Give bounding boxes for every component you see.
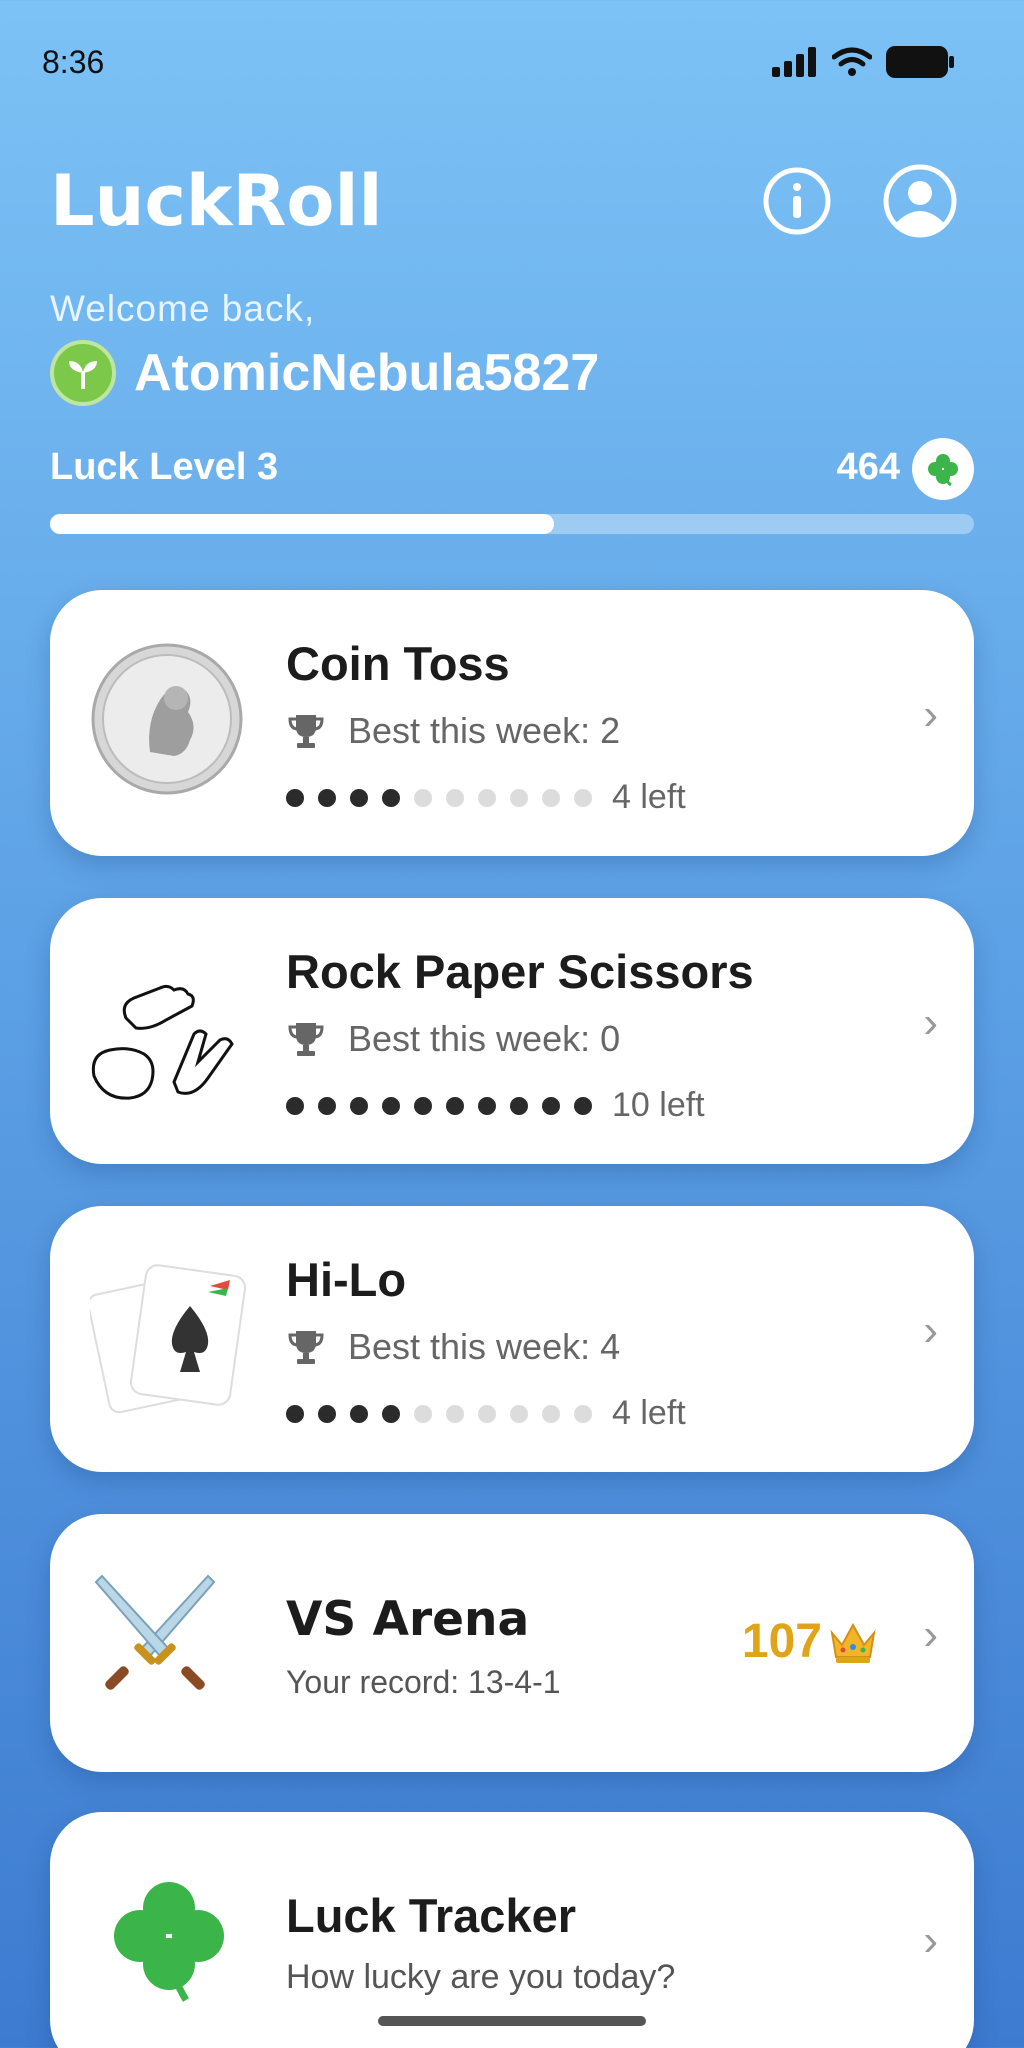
chevron-right-icon: › bbox=[923, 1916, 938, 1965]
play-dot bbox=[478, 788, 496, 807]
status-icons bbox=[772, 46, 954, 78]
plays-left-label: 4 left bbox=[612, 778, 686, 816]
luck-progress-bar bbox=[50, 514, 974, 534]
luck-points: 464 bbox=[836, 446, 900, 488]
chevron-right-icon: › bbox=[923, 1306, 938, 1355]
game-title: VS Arena bbox=[286, 1592, 530, 1647]
game-title: Hi-Lo bbox=[286, 1253, 407, 1306]
clover-icon bbox=[110, 1878, 228, 2009]
play-dot bbox=[414, 788, 432, 807]
wifi-icon bbox=[832, 47, 872, 76]
play-dot bbox=[510, 788, 528, 807]
rock-paper-scissors-card[interactable]: Rock Paper Scissors Best this week: 0 10… bbox=[50, 898, 974, 1164]
crown-icon bbox=[830, 1622, 876, 1663]
play-dot bbox=[446, 788, 464, 807]
play-dot bbox=[286, 788, 304, 807]
chevron-right-icon: › bbox=[923, 690, 938, 739]
sprout-avatar-icon bbox=[50, 340, 116, 406]
four-leaf-clover-icon bbox=[912, 438, 974, 500]
play-dot bbox=[350, 1096, 368, 1115]
vs-score-value: 107 bbox=[741, 1615, 822, 1668]
coin-toss-card[interactable]: Coin Toss Best this week: 2 4 left › bbox=[50, 590, 974, 856]
play-dot bbox=[574, 1096, 592, 1115]
play-dot bbox=[542, 1096, 560, 1115]
best-this-week: Best this week: 4 bbox=[286, 1326, 620, 1368]
play-dot bbox=[382, 1096, 400, 1115]
username: AtomicNebula5827 bbox=[134, 344, 600, 402]
play-dot bbox=[510, 1096, 528, 1115]
best-this-week: Best this week: 2 bbox=[286, 710, 620, 752]
play-dot bbox=[350, 788, 368, 807]
play-dot bbox=[382, 788, 400, 807]
hands-icon bbox=[90, 958, 246, 1113]
battery-icon bbox=[886, 46, 954, 78]
play-dot bbox=[350, 1404, 368, 1423]
trophy-icon bbox=[288, 1023, 324, 1056]
signal-icon bbox=[772, 47, 816, 77]
best-this-week-text: Best this week: 4 bbox=[348, 1326, 621, 1367]
plays-left-label: 4 left bbox=[612, 1394, 686, 1432]
user-profile-icon bbox=[883, 164, 957, 238]
play-dot bbox=[414, 1096, 432, 1115]
profile-button[interactable] bbox=[882, 163, 958, 239]
play-dot bbox=[286, 1096, 304, 1115]
app-title: LuckRoll bbox=[50, 160, 383, 242]
user-row: AtomicNebula5827 bbox=[50, 340, 599, 406]
best-this-week-text: Best this week: 2 bbox=[348, 710, 621, 751]
trophy-icon bbox=[288, 1331, 324, 1364]
game-title: Coin Toss bbox=[286, 637, 510, 690]
play-dot bbox=[318, 1096, 336, 1115]
play-dot bbox=[446, 1404, 464, 1423]
play-dot bbox=[318, 788, 336, 807]
chevron-right-icon: › bbox=[923, 998, 938, 1047]
play-dot bbox=[542, 1404, 560, 1423]
game-title: Rock Paper Scissors bbox=[286, 945, 754, 998]
plays-remaining: 10 left bbox=[286, 1086, 705, 1125]
plays-remaining: 4 left bbox=[286, 1394, 686, 1433]
status-time: 8:36 bbox=[42, 44, 105, 80]
vs-record: Your record: 13-4-1 bbox=[286, 1664, 561, 1700]
welcome-text: Welcome back, bbox=[50, 288, 316, 329]
crossed-swords-icon bbox=[90, 1568, 220, 1703]
coin-icon bbox=[90, 642, 244, 801]
info-button[interactable] bbox=[762, 166, 832, 236]
play-dot bbox=[478, 1096, 496, 1115]
play-dot bbox=[510, 1404, 528, 1423]
game-title: Luck Tracker bbox=[286, 1889, 577, 1942]
play-dot bbox=[382, 1404, 400, 1423]
play-dot bbox=[318, 1404, 336, 1423]
play-dot bbox=[478, 1404, 496, 1423]
luck-progress-fill bbox=[50, 514, 554, 534]
luck-tracker-card[interactable]: Luck Tracker How lucky are you today? › bbox=[50, 1812, 974, 2048]
luck-tracker-subtitle: How lucky are you today? bbox=[286, 1958, 676, 1996]
play-dot bbox=[574, 1404, 592, 1423]
play-dot bbox=[286, 1404, 304, 1423]
plays-remaining: 4 left bbox=[286, 778, 686, 817]
luck-level-label: Luck Level 3 bbox=[50, 446, 279, 488]
best-this-week-text: Best this week: 0 bbox=[348, 1018, 621, 1059]
best-this-week: Best this week: 0 bbox=[286, 1018, 620, 1060]
plays-left-label: 10 left bbox=[612, 1086, 705, 1124]
status-bar: 8:36 bbox=[0, 0, 1024, 120]
play-dot bbox=[542, 788, 560, 807]
chevron-right-icon: › bbox=[923, 1610, 938, 1659]
vs-score: 107 bbox=[742, 1614, 878, 1669]
playing-cards-icon bbox=[87, 1256, 250, 1431]
play-dot bbox=[574, 788, 592, 807]
hi-lo-card[interactable]: Hi-Lo Best this week: 4 4 left › bbox=[50, 1206, 974, 1472]
home-indicator[interactable] bbox=[378, 2016, 646, 2026]
trophy-icon bbox=[288, 715, 324, 748]
info-icon bbox=[763, 167, 831, 235]
play-dot bbox=[414, 1404, 432, 1423]
play-dot bbox=[446, 1096, 464, 1115]
vs-arena-card[interactable]: VS Arena Your record: 13-4-1 107 › bbox=[50, 1514, 974, 1772]
